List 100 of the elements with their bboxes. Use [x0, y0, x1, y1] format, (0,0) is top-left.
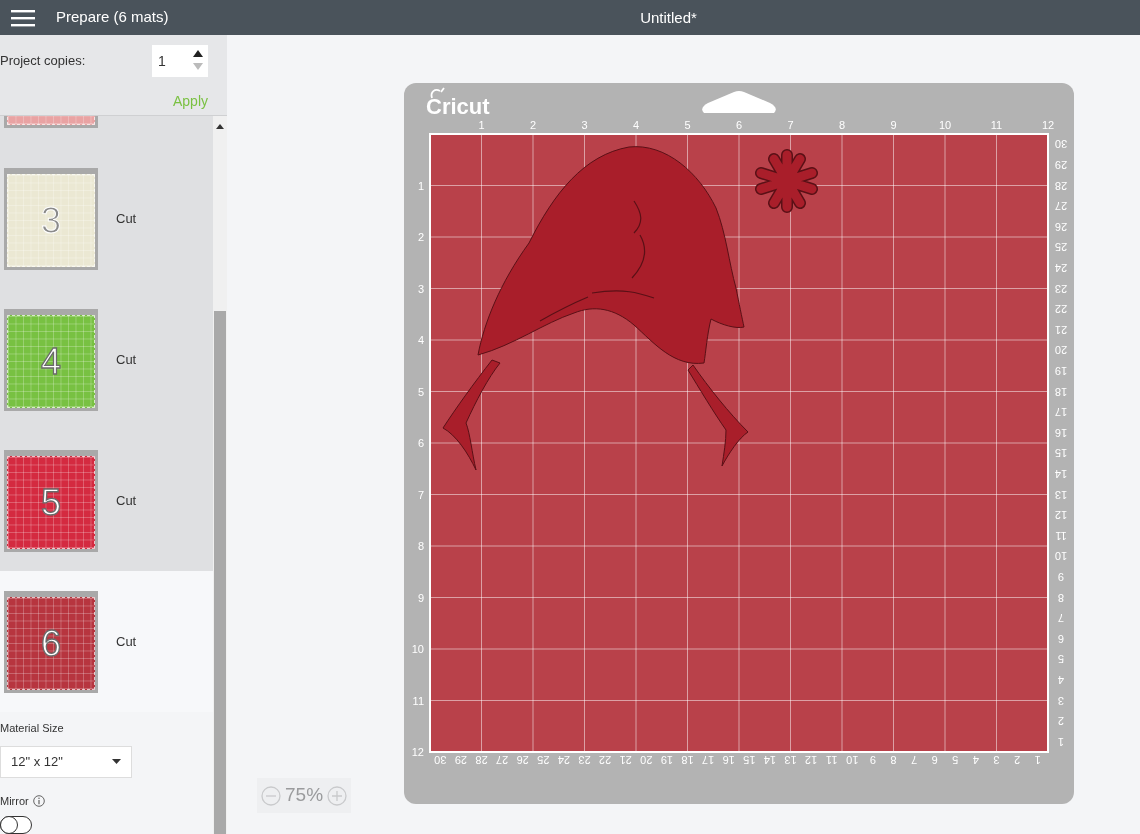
- ruler-number: 7: [1057, 612, 1065, 625]
- menu-icon[interactable]: [11, 8, 35, 27]
- ruler-number: 21: [619, 754, 632, 766]
- mat-number: 5: [41, 484, 61, 521]
- ruler-number: 24: [557, 754, 571, 766]
- ruler-number: 26: [1054, 220, 1068, 233]
- mat-thumbnail[interactable]: 3: [4, 168, 98, 270]
- ruler-number: 3: [993, 754, 1000, 766]
- project-copies-field[interactable]: 1: [152, 45, 208, 77]
- ruler-number: 11: [1055, 529, 1067, 542]
- apply-link[interactable]: Apply: [172, 93, 208, 109]
- ruler-number: 19: [1054, 364, 1068, 377]
- ruler-number: 5: [684, 119, 691, 131]
- material-size-dropdown[interactable]: 12" x 12": [0, 745, 132, 778]
- ruler-number: 16: [722, 754, 735, 766]
- mat-action-label: Cut: [116, 351, 137, 370]
- ruler-number: 29: [1054, 158, 1068, 171]
- ruler-number: 4: [972, 754, 979, 766]
- ruler-number: 20: [1054, 344, 1068, 357]
- mat-thumbnail[interactable]: 6: [4, 591, 98, 693]
- ruler-number: 6: [1057, 632, 1065, 645]
- ruler-number: 3: [417, 282, 424, 295]
- ruler-number: 13: [784, 754, 797, 766]
- ruler-number: 1: [1034, 754, 1041, 766]
- ruler-number: 8: [838, 119, 846, 131]
- ruler-number: 2: [417, 231, 424, 243]
- ruler-number: 12: [1041, 119, 1055, 131]
- ruler-number: 23: [1054, 282, 1068, 295]
- ruler-number: 10: [411, 643, 424, 655]
- info-icon[interactable]: [32, 794, 45, 807]
- ruler-number: 27: [496, 754, 509, 766]
- ruler-number: 27: [1054, 200, 1068, 213]
- mat-action-label: Cut: [116, 210, 137, 229]
- material-size-label: Material Size: [0, 721, 65, 736]
- ruler-number: 6: [931, 754, 938, 766]
- ruler-number: 25: [1054, 241, 1068, 254]
- scrollbar-thumb[interactable]: [214, 311, 226, 834]
- ruler-number: 30: [434, 754, 447, 766]
- ruler-number: 5: [417, 385, 424, 398]
- mat-action-label: Cut: [116, 633, 137, 652]
- ruler-number: 10: [846, 754, 859, 766]
- ruler-number: 13: [1054, 488, 1068, 501]
- ruler-number: 6: [417, 437, 424, 449]
- ruler-number: 8: [1057, 591, 1065, 604]
- ruler-number: 4: [632, 119, 640, 131]
- ruler-number: 19: [660, 754, 674, 766]
- ruler-number: 3: [581, 119, 588, 131]
- ruler-number: 11: [990, 119, 1003, 131]
- mat-number: 4: [41, 343, 61, 380]
- ruler-number: 20: [640, 754, 653, 766]
- ruler-number: 25: [537, 754, 550, 766]
- ruler-number: 11: [826, 754, 838, 766]
- ruler-number: 18: [681, 754, 694, 766]
- ruler-number: 28: [475, 754, 488, 766]
- ruler-number: 2: [529, 119, 537, 131]
- ruler-number: 9: [417, 591, 424, 604]
- ruler-number: 8: [890, 754, 897, 766]
- mat-thumbnail[interactable]: 5: [4, 450, 98, 552]
- zoom-level: 75%: [285, 783, 324, 808]
- ruler-number: 23: [578, 754, 591, 766]
- caret-icon: [112, 759, 121, 764]
- ruler-number: 4: [417, 334, 424, 346]
- ruler-number: 12: [1054, 509, 1068, 522]
- ruler-number: 7: [417, 488, 424, 501]
- ruler-number: 5: [1057, 653, 1065, 666]
- ruler-number: 15: [1054, 447, 1068, 460]
- ruler-number: 10: [1054, 550, 1068, 563]
- mirror-toggle[interactable]: [0, 816, 32, 834]
- ruler-number: 1: [478, 119, 485, 131]
- document-title: Untitled*: [640, 8, 697, 26]
- ruler-number: 22: [598, 754, 612, 766]
- ruler-number: 2: [1057, 715, 1065, 728]
- ruler-number: 11: [412, 694, 424, 707]
- ruler-number: 30: [1054, 138, 1068, 151]
- ruler-number: 8: [417, 540, 424, 552]
- project-copies-label: Project copies:: [0, 52, 86, 71]
- ruler-number: 16: [1054, 426, 1068, 439]
- ruler-number: 15: [743, 754, 756, 766]
- ruler-number: 2: [1014, 754, 1021, 766]
- ruler-number: 12: [804, 754, 818, 766]
- ruler-number: 9: [869, 754, 876, 766]
- mat-action-label: Cut: [116, 492, 137, 511]
- ruler-number: 9: [890, 119, 897, 131]
- ruler-number: 26: [516, 754, 529, 766]
- ruler-number: 1: [417, 179, 424, 192]
- scroll-up-icon[interactable]: [216, 124, 224, 129]
- ruler-number: 18: [1054, 385, 1068, 398]
- ruler-number: 14: [763, 754, 777, 766]
- ruler-number: 6: [735, 119, 743, 131]
- spin-up-icon[interactable]: [193, 50, 203, 57]
- ruler-number: 3: [1057, 694, 1065, 707]
- ruler-number: 24: [1054, 261, 1068, 274]
- ruler-number: 4: [1057, 673, 1065, 686]
- ruler-number: 7: [911, 754, 918, 766]
- ruler-number: 22: [1054, 303, 1068, 316]
- mat-thumbnail[interactable]: 4: [4, 309, 98, 411]
- ruler-number: 14: [1054, 467, 1068, 480]
- ruler-number: 17: [1054, 406, 1068, 419]
- ruler-number: 12: [411, 746, 424, 758]
- ruler-number: 5: [952, 754, 959, 766]
